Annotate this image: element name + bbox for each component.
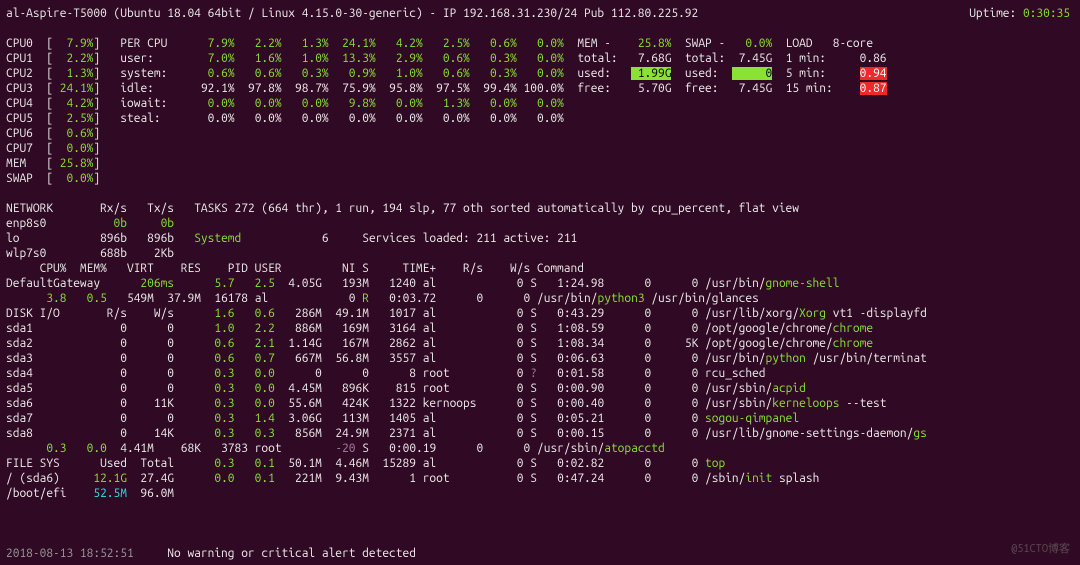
top-row-5: CPU5 [ 2.5%] steal: 0.0% 0.0% 0.0% 0.0% … <box>6 111 1074 126</box>
body-row-3: wlp7s0 688b 2Kb <box>6 246 1074 261</box>
body-row-0: NETWORK Rx/s Tx/s TASKS 272 (664 thr), 1… <box>6 201 1074 216</box>
top-row-3: CPU3 [ 24.1%] idle: 92.1% 97.8% 98.7% 75… <box>6 81 1074 96</box>
body-row-16: 0.3 0.0 4.41M 68K 3783 root -20 S 0:00.1… <box>6 441 1074 456</box>
body-row-12: sda5 0 0 0.3 0.0 4.45M 896K 815 root 0 S… <box>6 381 1074 396</box>
body-row-18: / (sda6) 12.1G 27.4G 0.0 0.1 221M 9.43M … <box>6 471 1074 486</box>
body-row-9: sda2 0 0 0.6 2.1 1.14G 167M 2862 al 0 S … <box>6 336 1074 351</box>
body-row-13: sda6 0 11K 0.3 0.0 55.6M 424K 1322 kerno… <box>6 396 1074 411</box>
top-row-9: SWAP [ 0.0%] <box>6 171 1074 186</box>
body-row-1: enp8s0 0b 0b <box>6 216 1074 231</box>
top-row-7: CPU7 [ 0.0%] <box>6 141 1074 156</box>
body-row-5: DefaultGateway 206ms 5.7 2.5 4.05G 193M … <box>6 276 1074 291</box>
body-row-10: sda3 0 0 0.6 0.7 667M 56.8M 3557 al 0 S … <box>6 351 1074 366</box>
body-row-19: /boot/efi 52.5M 96.0M <box>6 486 1074 501</box>
top-row-6: CPU6 [ 0.6%] <box>6 126 1074 141</box>
body-row-7: DISK I/O R/s W/s 1.6 0.6 286M 49.1M 1017… <box>6 306 1074 321</box>
body-row-11: sda4 0 0 0.3 0.0 0 0 8 root 0 ? 0:01.58 … <box>6 366 1074 381</box>
body-row-2: lo 896b 896b Systemd 6 Services loaded: … <box>6 231 1074 246</box>
watermark: @51CTO博客 <box>1011 542 1070 557</box>
top-row-4: CPU4 [ 4.2%] iowait: 0.0% 0.0% 0.0% 9.8%… <box>6 96 1074 111</box>
top-row-2: CPU2 [ 1.3%] system: 0.6% 0.6% 0.3% 0.9%… <box>6 66 1074 81</box>
body-row-8: sda1 0 0 1.0 2.2 886M 169M 3164 al 0 S 1… <box>6 321 1074 336</box>
top-row-8: MEM [ 25.8%] <box>6 156 1074 171</box>
header: al-Aspire-T5000 (Ubuntu 18.04 64bit / Li… <box>6 6 1074 21</box>
top-row-0: CPU0 [ 7.9%] PER CPU 7.9% 2.2% 1.3% 24.1… <box>6 36 1074 51</box>
body-row-14: sda7 0 0 0.3 1.4 3.06G 113M 1405 al 0 S … <box>6 411 1074 426</box>
body-row-6: 3.8 0.5 549M 37.9M 16178 al 0 R 0:03.72 … <box>6 291 1074 306</box>
body-row-17: FILE SYS Used Total 0.3 0.1 50.1M 4.46M … <box>6 456 1074 471</box>
top-row-1: CPU1 [ 2.2%] user: 7.0% 1.6% 1.0% 13.3% … <box>6 51 1074 66</box>
body-row-15: sda8 0 14K 0.3 0.3 856M 24.9M 2371 al 0 … <box>6 426 1074 441</box>
status-bar: 2018-08-13 18:52:51 No warning or critic… <box>6 546 416 561</box>
body-row-4: CPU% MEM% VIRT RES PID USER NI S TIME+ R… <box>6 261 1074 276</box>
